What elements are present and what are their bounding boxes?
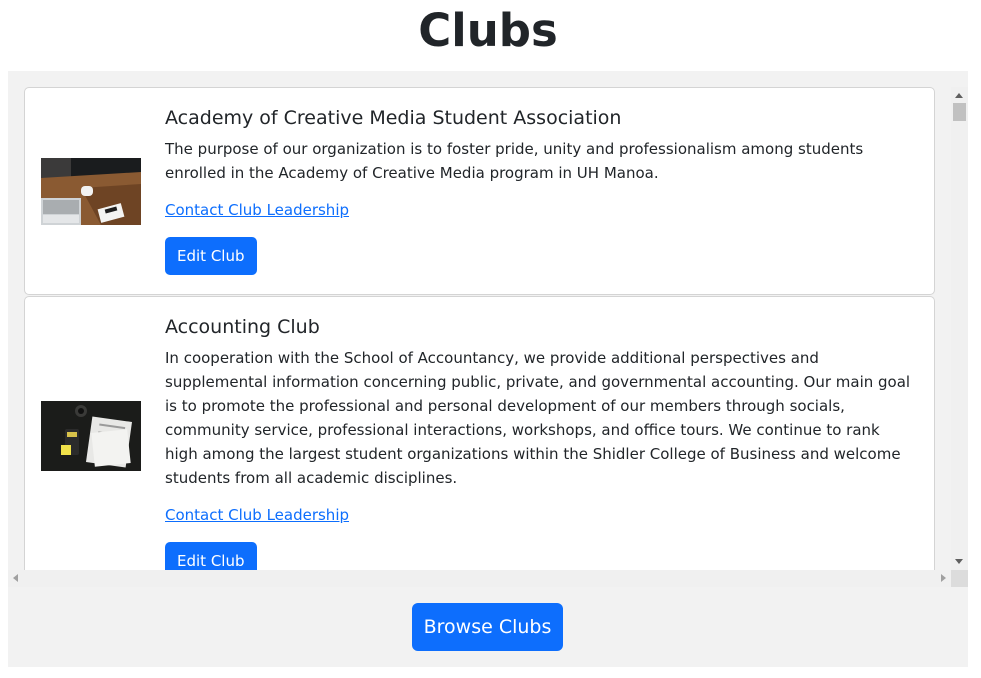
browse-clubs-button[interactable]: Browse Clubs <box>412 603 563 651</box>
laptop-desk-photo-icon <box>41 158 141 225</box>
page-title: Clubs <box>418 4 558 57</box>
vertical-scrollbar[interactable] <box>951 87 968 570</box>
contact-club-leadership-link[interactable]: Contact Club Leadership <box>165 199 349 221</box>
scroll-left-arrow-icon[interactable] <box>13 574 18 582</box>
scroll-right-arrow-icon[interactable] <box>941 574 946 582</box>
contact-club-leadership-link[interactable]: Contact Club Leadership <box>165 504 349 526</box>
club-name: Academy of Creative Media Student Associ… <box>165 107 622 129</box>
scrollbar-thumb[interactable] <box>953 103 966 121</box>
scroll-up-arrow-icon[interactable] <box>955 93 963 98</box>
club-card: Accounting Club In cooperation with the … <box>24 296 935 586</box>
horizontal-scrollbar[interactable] <box>8 570 951 587</box>
scroll-down-arrow-icon[interactable] <box>955 559 963 564</box>
clubs-list[interactable]: Academy of Creative Media Student Associ… <box>8 71 968 587</box>
scrollbar-corner <box>951 570 968 587</box>
club-description: In cooperation with the School of Accoun… <box>165 349 911 487</box>
club-card: Academy of Creative Media Student Associ… <box>24 87 935 295</box>
club-image <box>41 158 141 225</box>
club-name: Accounting Club <box>165 316 320 338</box>
edit-club-button[interactable]: Edit Club <box>165 237 257 275</box>
calculator-papers-photo-icon <box>41 401 141 471</box>
club-image <box>41 401 141 471</box>
club-description: The purpose of our organization is to fo… <box>165 140 864 182</box>
